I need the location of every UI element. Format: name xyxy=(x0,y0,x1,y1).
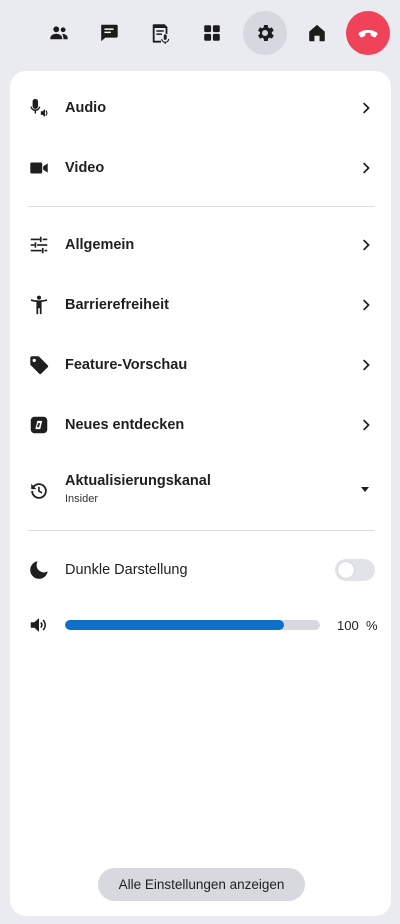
chevron-right-icon xyxy=(358,101,372,115)
settings-button[interactable] xyxy=(243,11,287,55)
divider xyxy=(28,206,375,207)
update-channel-value: Insider xyxy=(65,493,99,505)
tag-icon xyxy=(27,353,51,377)
volume-row: 100 % xyxy=(10,597,391,653)
settings-item-feature-preview[interactable]: Feature-Vorschau xyxy=(10,337,391,393)
dark-mode-label: Dunkle Darstellung xyxy=(65,562,188,578)
show-all-settings-button[interactable]: Alle Einstellungen anzeigen xyxy=(98,868,305,901)
speaker-icon xyxy=(27,613,51,637)
settings-item-label: Allgemein xyxy=(65,237,135,253)
chat-icon xyxy=(101,24,118,42)
caret-down-icon xyxy=(361,487,369,492)
hang-up-button[interactable] xyxy=(346,11,390,55)
settings-item-discover[interactable]: Neues entdecken xyxy=(10,397,391,453)
settings-item-label: Feature-Vorschau xyxy=(65,357,188,373)
settings-item-label: Barrierefreiheit xyxy=(65,297,169,313)
divider xyxy=(28,530,375,531)
apps-icon xyxy=(204,25,220,41)
settings-item-accessibility[interactable]: Barrierefreiheit xyxy=(10,277,391,333)
volume-unit: % xyxy=(365,617,378,633)
gear-icon xyxy=(258,25,274,41)
hang-up-icon xyxy=(358,30,378,38)
accessibility-icon xyxy=(27,293,51,317)
top-toolbar xyxy=(0,0,400,66)
video-camera-icon xyxy=(27,156,51,180)
settings-item-label: Aktualisierungskanal xyxy=(65,473,211,489)
apps-button[interactable] xyxy=(190,11,234,55)
microphone-speaker-icon xyxy=(27,96,51,120)
sliders-icon xyxy=(27,233,51,257)
chevron-right-icon xyxy=(358,418,372,432)
settings-item-audio[interactable]: Audio xyxy=(10,80,391,136)
settings-item-label: Neues entdecken xyxy=(65,417,185,433)
volume-value: 100 xyxy=(337,617,359,633)
chevron-right-icon xyxy=(358,161,372,175)
app-logo-icon xyxy=(27,413,51,437)
dark-mode-toggle[interactable] xyxy=(335,559,375,581)
chevron-right-icon xyxy=(358,298,372,312)
people-icon xyxy=(50,26,68,40)
update-history-icon xyxy=(27,479,51,503)
settings-item-video[interactable]: Video xyxy=(10,140,391,196)
chevron-right-icon xyxy=(358,238,372,252)
home-icon xyxy=(309,24,325,42)
people-button[interactable] xyxy=(37,11,81,55)
settings-item-general[interactable]: Allgemein xyxy=(10,217,391,273)
chevron-right-icon xyxy=(358,358,372,372)
chat-button[interactable] xyxy=(87,11,131,55)
settings-item-label: Video xyxy=(65,160,105,176)
settings-item-dark-mode: Dunkle Darstellung xyxy=(10,542,391,598)
settings-panel: Audio Video Allgemein Barrierefreiheit F… xyxy=(10,71,391,916)
volume-slider[interactable] xyxy=(65,620,320,630)
transcript-button[interactable] xyxy=(139,11,183,55)
volume-slider-fill xyxy=(65,620,285,630)
home-button[interactable] xyxy=(295,11,339,55)
moon-icon xyxy=(27,558,51,582)
toggle-knob xyxy=(338,562,354,578)
settings-item-update-channel[interactable]: Aktualisierungskanal Insider xyxy=(10,461,391,517)
transcript-icon xyxy=(152,24,170,44)
volume-readout: 100 % xyxy=(337,618,378,633)
settings-item-label: Audio xyxy=(65,100,107,116)
